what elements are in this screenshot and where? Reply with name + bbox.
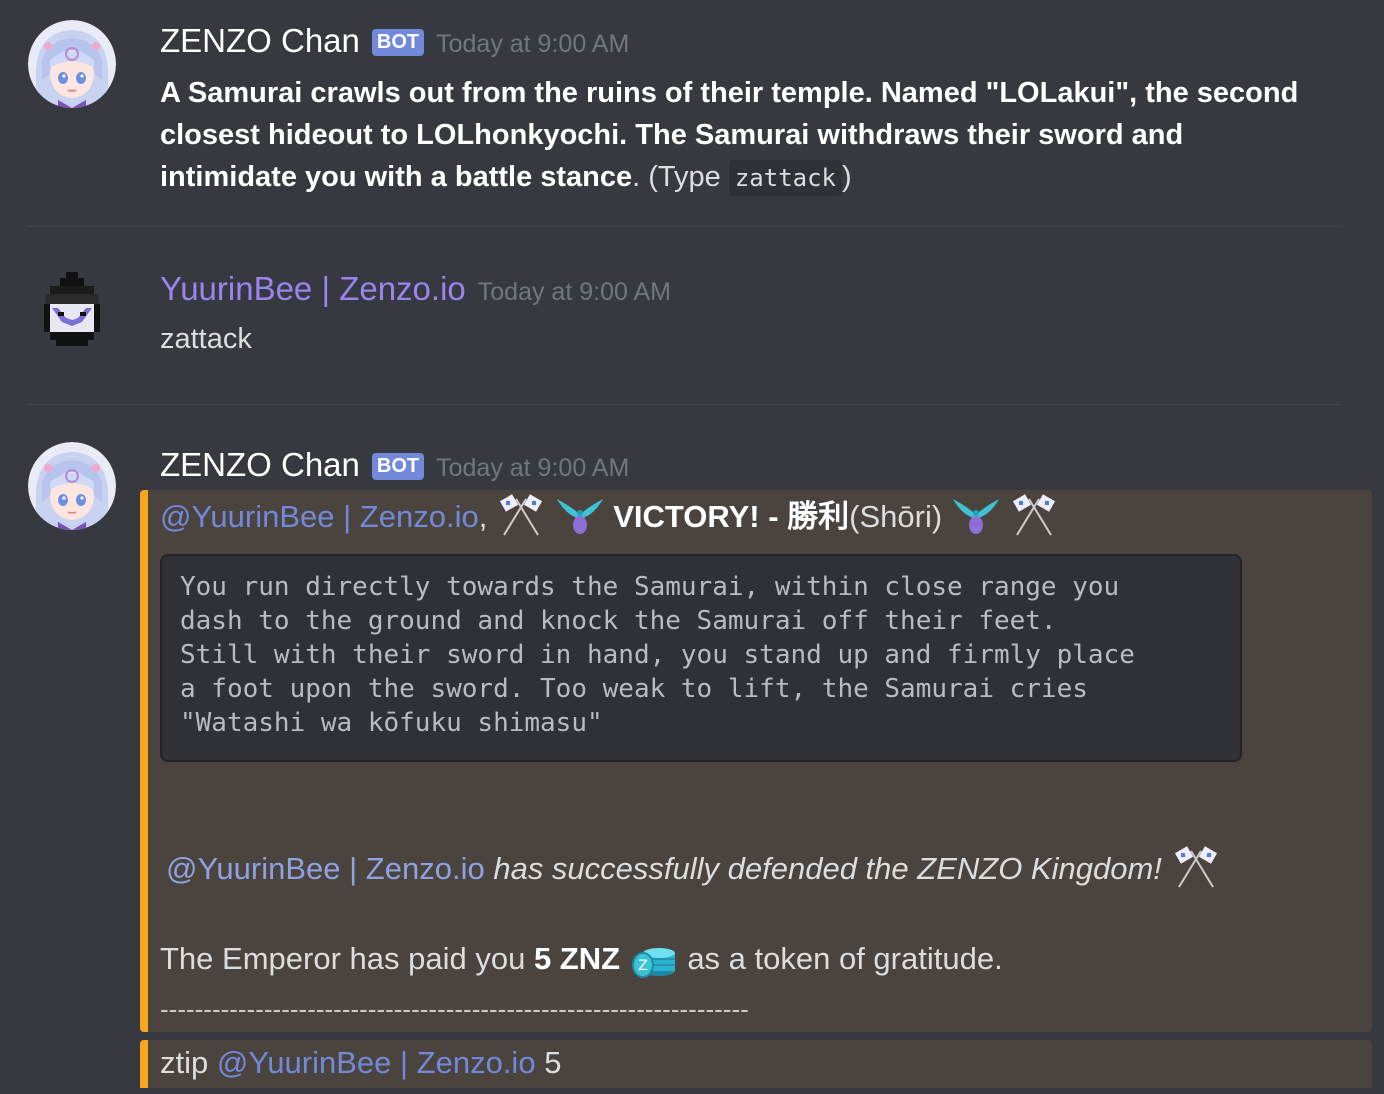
tip-command-line: ztip @YuurinBee | Zenzo.io 5 (160, 1042, 561, 1084)
crossed-flags-icon (1009, 493, 1059, 537)
reward-suffix: as a token of gratitude. (687, 941, 1003, 976)
victory-romaji: (Shōri) (849, 499, 943, 534)
tip-amount: 5 (535, 1045, 562, 1080)
author-name[interactable]: ZENZO Chan (160, 446, 360, 484)
message-timestamp: Today at 9:00 AM (477, 278, 671, 306)
pixel-bee-avatar-icon[interactable] (28, 268, 116, 356)
coin-stack-icon: Z (629, 935, 679, 979)
battle-result-embed: @YuurinBee | Zenzo.io, VICTORY! - 勝利(Shō… (140, 490, 1372, 1032)
user-mention[interactable]: @YuurinBee | Zenzo.io (160, 499, 479, 534)
message-zenzo-2: ZENZO Chan BOT Today at 9:00 AM @YuurinB… (0, 406, 1384, 1094)
message-timestamp: Today at 9:00 AM (436, 454, 630, 482)
message-zenzo-1: ZENZO Chan BOT Today at 9:00 AM A Samura… (0, 0, 1384, 220)
crossed-flags-icon (496, 493, 546, 537)
message-yuurinbee: YuurinBee | Zenzo.io Today at 9:00 AM za… (0, 228, 1384, 403)
reward-amount: 5 ZNZ (533, 941, 621, 976)
user-mention[interactable]: @YuurinBee | Zenzo.io (166, 851, 485, 886)
author-name[interactable]: ZENZO Chan (160, 22, 360, 60)
reward-prefix: The Emperor has paid you (160, 941, 534, 976)
message-timestamp: Today at 9:00 AM (436, 30, 630, 58)
mention-comma: , (478, 499, 488, 534)
chat-log: ZENZO Chan BOT Today at 9:00 AM A Samura… (0, 0, 1384, 1094)
svg-text:Z: Z (638, 958, 648, 974)
divider-dashes: ----------------------------------------… (160, 994, 749, 1024)
defended-line: @YuurinBee | Zenzo.io has successfully d… (166, 845, 1221, 893)
phoenix-icon (951, 493, 1001, 537)
anime-girl-avatar-icon[interactable] (28, 20, 116, 108)
message-suffix-text: . (Type (632, 161, 729, 193)
battle-story-codeblock: You run directly towards the Samurai, wi… (160, 554, 1242, 762)
tip-embed: ztip @YuurinBee | Zenzo.io 5 (140, 1040, 1372, 1088)
message-divider (28, 226, 1342, 227)
victory-line: @YuurinBee | Zenzo.io, VICTORY! - 勝利(Shō… (160, 493, 1059, 541)
bot-badge: BOT (371, 453, 425, 480)
message-divider (28, 404, 1342, 405)
inline-code: zattack (728, 160, 843, 196)
message-text: zattack (160, 323, 252, 355)
phoenix-icon (555, 493, 605, 537)
user-mention[interactable]: @YuurinBee | Zenzo.io (217, 1045, 536, 1080)
bot-badge: BOT (371, 29, 425, 56)
anime-girl-avatar-icon[interactable] (28, 442, 116, 530)
tip-command: ztip (160, 1045, 217, 1080)
defended-text: has successfully defended the ZENZO King… (484, 851, 1162, 886)
reward-line: The Emperor has paid you 5 ZNZ Z as a to… (160, 938, 1003, 983)
message-closing-paren: ) (842, 161, 852, 193)
author-name[interactable]: YuurinBee | Zenzo.io (160, 270, 466, 308)
crossed-flags-icon (1171, 845, 1221, 889)
victory-title: VICTORY! - 勝利 (613, 499, 850, 534)
message-text: A Samurai crawls out from the ruins of t… (160, 72, 1324, 199)
